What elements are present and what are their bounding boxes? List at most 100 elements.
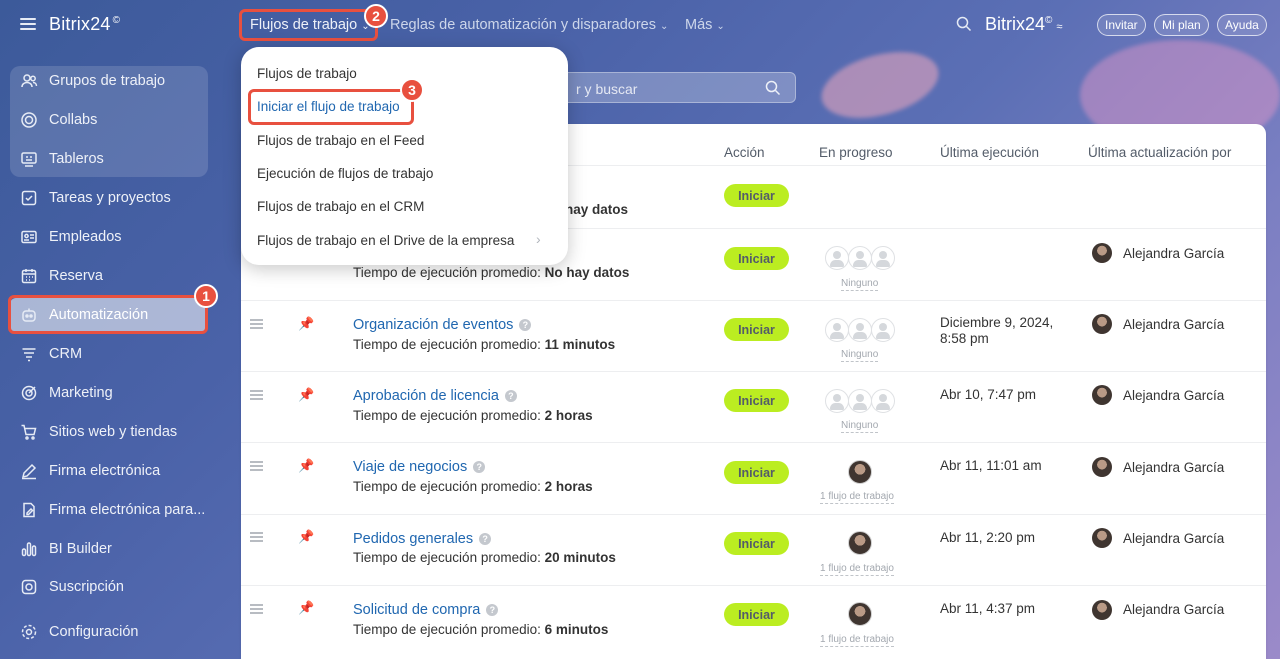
avatar[interactable] bbox=[848, 602, 872, 626]
sidebar-item-suscripcion[interactable]: Suscripción bbox=[10, 570, 208, 604]
last-run-date: Diciembre 9, 2024, 8:58 pm bbox=[940, 315, 1054, 346]
sidebar-item-crm[interactable]: CRM bbox=[10, 337, 208, 371]
pin-icon[interactable]: 📌 bbox=[298, 458, 314, 474]
id-card-icon bbox=[20, 228, 38, 246]
search-input[interactable]: r y buscar bbox=[545, 72, 796, 103]
avatar bbox=[1092, 243, 1112, 263]
drag-handle-icon[interactable] bbox=[250, 390, 263, 400]
column-header-ultima-actualizacion[interactable]: Última actualización por bbox=[1088, 145, 1231, 160]
avatar bbox=[1092, 457, 1112, 477]
menu-item-flujos-de-trabajo[interactable]: Flujos de trabajo bbox=[257, 66, 357, 81]
crm-icon bbox=[20, 345, 38, 363]
empty-avatar-icon bbox=[825, 246, 849, 270]
avatar bbox=[1092, 528, 1112, 548]
avatar bbox=[1092, 600, 1112, 620]
pin-icon[interactable]: 📌 bbox=[298, 316, 314, 332]
sidebar-item-firma-para[interactable]: Firma electrónica para... bbox=[10, 493, 208, 527]
updater-name[interactable]: Alejandra García bbox=[1123, 388, 1224, 403]
column-header-accion[interactable]: Acción bbox=[724, 145, 765, 160]
workflow-name-link[interactable]: Viaje de negocios? bbox=[353, 459, 486, 475]
start-workflow-button[interactable]: Iniciar bbox=[724, 184, 789, 207]
workflow-name-link[interactable]: Organización de eventos? bbox=[353, 317, 532, 333]
empty-avatar-icon bbox=[825, 318, 849, 342]
in-progress-link[interactable]: Ninguno bbox=[841, 349, 879, 362]
help-button[interactable]: Ayuda bbox=[1217, 14, 1267, 36]
in-progress-link[interactable]: 1 flujo de trabajo bbox=[820, 563, 894, 576]
avatar[interactable] bbox=[848, 460, 872, 484]
tab-reglas-automatizacion[interactable]: Reglas de automatización y disparadores ⌄ bbox=[390, 17, 668, 33]
start-workflow-button[interactable]: Iniciar bbox=[724, 318, 789, 341]
drag-handle-icon[interactable] bbox=[250, 461, 263, 471]
my-plan-button[interactable]: Mi plan bbox=[1154, 14, 1209, 36]
sidebar-item-label: Marketing bbox=[49, 385, 113, 401]
updater-name[interactable]: Alejandra García bbox=[1123, 246, 1224, 261]
menu-item-flujos-crm[interactable]: Flujos de trabajo en el CRM bbox=[257, 199, 424, 214]
sidebar-item-tareas[interactable]: Tareas y proyectos bbox=[10, 181, 208, 215]
updater-name[interactable]: Alejandra García bbox=[1123, 317, 1224, 332]
avatar[interactable] bbox=[848, 531, 872, 555]
sidebar-item-empleados[interactable]: Empleados bbox=[10, 220, 208, 254]
help-icon[interactable]: ? bbox=[504, 390, 517, 402]
search-icon[interactable] bbox=[956, 16, 972, 32]
sidebar-item-firma[interactable]: Firma electrónica bbox=[10, 454, 208, 488]
sidebar-item-sitios[interactable]: Sitios web y tiendas bbox=[10, 415, 208, 449]
divider bbox=[241, 371, 1266, 372]
help-icon[interactable]: ? bbox=[479, 533, 492, 545]
sidebar-item-label: CRM bbox=[49, 346, 83, 362]
drag-handle-icon[interactable] bbox=[250, 319, 263, 329]
invite-button[interactable]: Invitar bbox=[1097, 14, 1146, 36]
in-progress-link[interactable]: Ninguno bbox=[841, 278, 879, 291]
column-header-ultima-ejecucion[interactable]: Última ejecución bbox=[940, 145, 1039, 160]
in-progress-empty bbox=[825, 389, 897, 413]
table-row-time: Tiempo de ejecución promedio: 2 horas bbox=[353, 408, 593, 423]
start-workflow-button[interactable]: Iniciar bbox=[724, 389, 789, 412]
start-workflow-button[interactable]: Iniciar bbox=[724, 461, 789, 484]
drag-handle-icon[interactable] bbox=[250, 604, 263, 614]
updater-name[interactable]: Alejandra García bbox=[1123, 460, 1224, 475]
callout-highlight-iniciar bbox=[248, 89, 414, 125]
settings-toggle-icon[interactable]: ≈ bbox=[1056, 21, 1062, 33]
menu-item-flujos-feed[interactable]: Flujos de trabajo en el Feed bbox=[257, 133, 424, 148]
sidebar-item-reserva[interactable]: Reserva bbox=[10, 259, 208, 293]
drag-handle-icon[interactable] bbox=[250, 532, 263, 542]
updater-name[interactable]: Alejandra García bbox=[1123, 531, 1224, 546]
chevron-down-icon: ⌄ bbox=[716, 21, 725, 32]
pin-icon[interactable]: 📌 bbox=[298, 529, 314, 545]
column-header-en-progreso[interactable]: En progreso bbox=[819, 145, 893, 160]
brand-logo[interactable]: Bitrix24©≈ bbox=[985, 14, 1062, 35]
sidebar-item-collabs[interactable]: Collabs bbox=[10, 103, 208, 137]
pin-icon[interactable]: 📌 bbox=[298, 600, 314, 616]
sidebar-item-bi-builder[interactable]: BI Builder bbox=[10, 532, 208, 566]
help-icon[interactable]: ? bbox=[519, 319, 532, 331]
workflow-name-link[interactable]: Solicitud de compra? bbox=[353, 602, 499, 618]
start-workflow-button[interactable]: Iniciar bbox=[724, 603, 789, 626]
sidebar-item-tableros[interactable]: Tableros bbox=[10, 142, 208, 176]
sidebar-item-label: Empleados bbox=[49, 229, 122, 245]
start-workflow-button[interactable]: Iniciar bbox=[724, 247, 789, 270]
workflow-name-link[interactable]: Aprobación de licencia? bbox=[353, 388, 517, 404]
sidebar-item-configuracion[interactable]: Configuración bbox=[10, 615, 208, 649]
sidebar-item-label: Configuración bbox=[49, 624, 139, 640]
pin-icon[interactable]: 📌 bbox=[298, 387, 314, 403]
sidebar-item-marketing[interactable]: Marketing bbox=[10, 376, 208, 410]
menu-icon[interactable] bbox=[20, 18, 36, 30]
workflow-name-link[interactable]: Pedidos generales? bbox=[353, 531, 492, 547]
in-progress-link[interactable]: 1 flujo de trabajo bbox=[820, 634, 894, 647]
sidebar-item-label: Sitios web y tiendas bbox=[49, 424, 178, 440]
callout-badge-3: 3 bbox=[400, 78, 424, 102]
menu-item-ejecucion[interactable]: Ejecución de flujos de trabajo bbox=[257, 166, 433, 181]
chevron-down-icon: ⌄ bbox=[659, 21, 669, 32]
sidebar-item-label: Collabs bbox=[49, 112, 98, 128]
empty-avatar-icon bbox=[871, 318, 895, 342]
sidebar-item-grupos[interactable]: Grupos de trabajo bbox=[10, 64, 208, 98]
help-icon[interactable]: ? bbox=[473, 461, 486, 473]
help-icon[interactable]: ? bbox=[486, 604, 499, 616]
tab-mas[interactable]: Más ⌄ bbox=[685, 17, 725, 33]
logo[interactable]: Bitrix24 © bbox=[49, 14, 120, 35]
updater-name[interactable]: Alejandra García bbox=[1123, 602, 1224, 617]
sidebar-item-label: Tareas y proyectos bbox=[49, 190, 171, 206]
menu-item-flujos-drive[interactable]: Flujos de trabajo en el Drive de la empr… bbox=[257, 233, 514, 248]
start-workflow-button[interactable]: Iniciar bbox=[724, 532, 789, 555]
in-progress-link[interactable]: Ninguno bbox=[841, 420, 879, 433]
in-progress-link[interactable]: 1 flujo de trabajo bbox=[820, 491, 894, 504]
